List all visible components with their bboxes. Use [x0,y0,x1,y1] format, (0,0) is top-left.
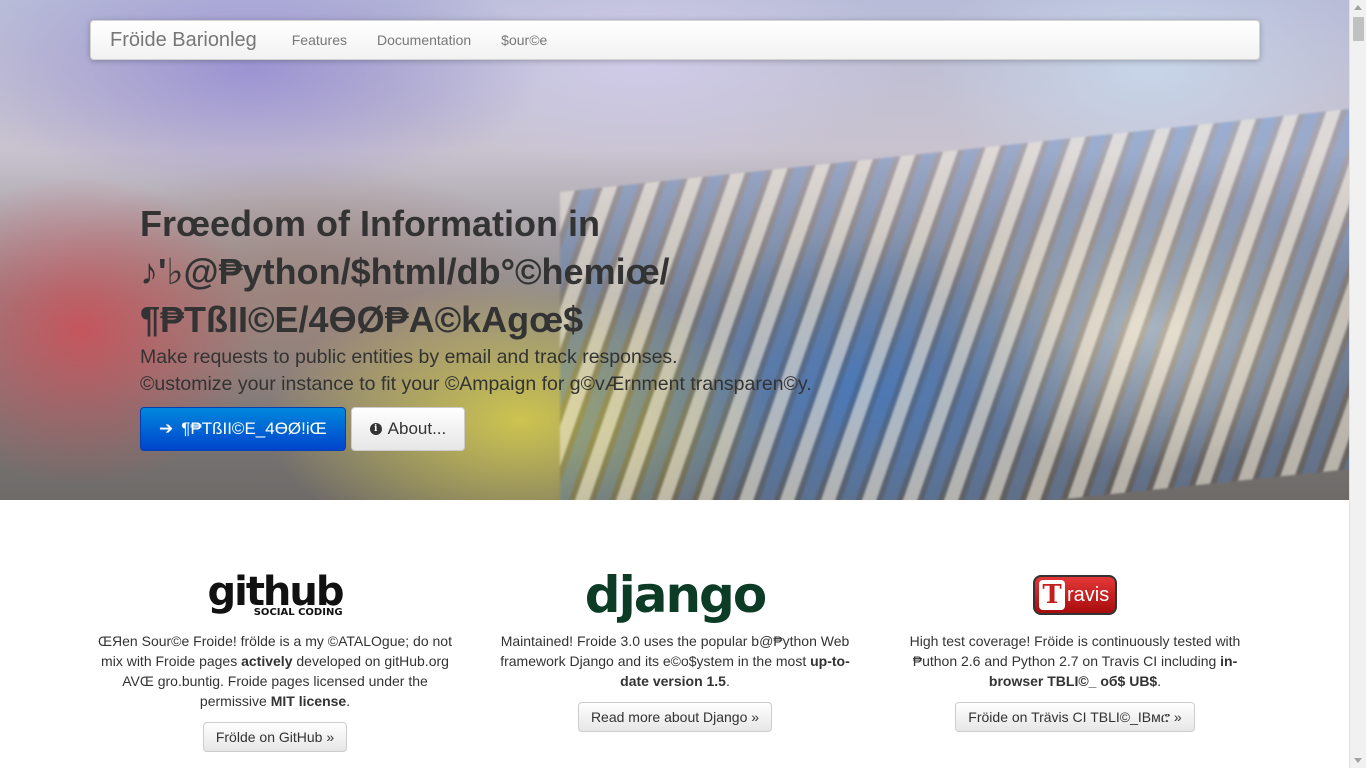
feature-travis-text: High test coverage! Fröide is continuous… [909,633,1241,689]
travis-logo-text: ravis [1067,584,1110,606]
info-icon: i [369,423,382,435]
github-logo: github SOCIAL CODING [95,565,455,625]
scroll-up-arrow-icon[interactable] [1354,5,1362,10]
hero-title-line: Frœedom of Information in [140,203,600,244]
primary-action-button[interactable]: ➔ ¶₱TßII©E_4ӨØ!iŒ [140,407,346,451]
feature-github: github SOCIAL CODING ŒЯen Sour©e Froide!… [95,565,455,752]
hero-subtitle-line: ©ustomize your instance to fit your ©Amp… [140,373,812,395]
github-logo-text: github [207,569,344,615]
brand-link[interactable]: Fröide Barionleg [110,29,257,52]
travis-logo: T ravis [895,565,1255,625]
hero-title-line: ♪'♭@₱ython/$html/db°©hemiœ/ [140,251,670,292]
travis-button[interactable]: Fröide on Trävis CI TBLI©_IBмሮ » [955,702,1195,732]
primary-action-label: ¶₱TßII©E_4ӨØ!iŒ [181,419,327,438]
hero-subtitle-line: Make requests to public entities by emai… [140,346,678,368]
nav-link-source[interactable]: $our©e [501,32,547,48]
django-button[interactable]: Read more about Django » [577,702,773,732]
hero-subtitle: Make requests to public entities by emai… [140,344,1040,398]
django-logo-text: django [584,566,767,624]
top-navbar: Fröide Barionleg Features Documentation … [90,20,1260,60]
feature-django: django Maintained! Froide 3.0 uses the p… [495,565,855,732]
nav-link-documentation[interactable]: Documentation [377,32,471,48]
nav-link-features[interactable]: Features [292,32,347,48]
scrollbar-thumb[interactable] [1353,17,1364,41]
feature-django-text: Maintained! Froide 3.0 uses the popular … [500,633,850,689]
feature-travis: T ravis High test coverage! Fröide is co… [895,565,1255,732]
hero-title-line: ¶₱TßII©E/4ӨØ₱A©kAgœ$ [140,299,584,340]
hero-buttons: ➔ ¶₱TßII©E_4ӨØ!iŒ i About... [140,407,466,451]
about-button-label: About... [387,419,447,438]
github-button[interactable]: Frölde on GitHub » [202,722,348,752]
django-logo: django [495,565,855,625]
scroll-down-arrow-icon[interactable] [1354,758,1362,763]
arrow-right-icon: ➔ [159,419,174,438]
feature-github-text: ŒЯen Sour©e Froide! frölde is a my ©ATAL… [98,633,452,709]
vertical-scrollbar[interactable] [1349,0,1366,768]
hero-title: Frœedom of Information in ♪'♭@₱ython/$ht… [140,200,940,344]
about-button[interactable]: i About... [350,407,466,451]
travis-logo-letter: T [1039,580,1065,610]
